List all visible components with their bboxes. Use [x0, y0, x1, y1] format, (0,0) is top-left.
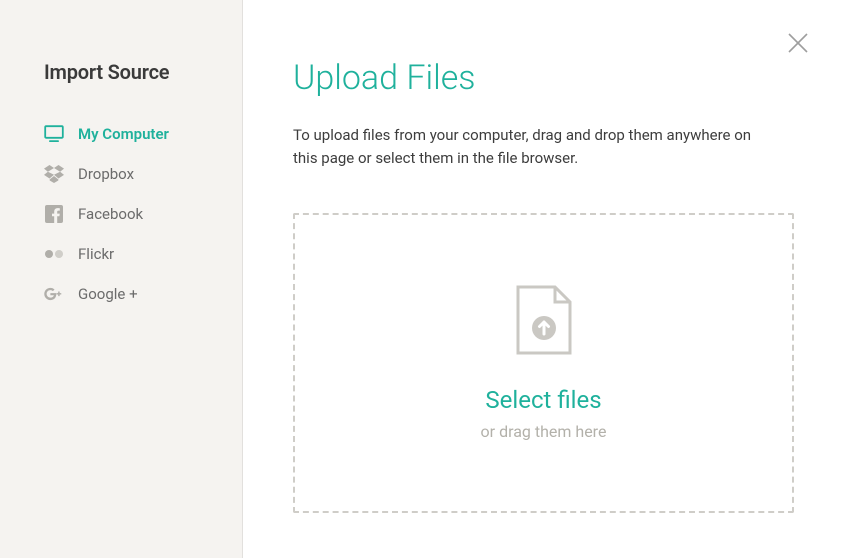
sidebar-title: Import Source [44, 60, 242, 84]
source-item-flickr[interactable]: Flickr [44, 234, 242, 274]
googleplus-icon [44, 284, 64, 304]
page-title: Upload Files [293, 58, 794, 98]
source-label: Google + [78, 285, 138, 303]
source-item-my-computer[interactable]: My Computer [44, 114, 242, 154]
drag-hint: or drag them here [481, 422, 607, 441]
source-item-dropbox[interactable]: Dropbox [44, 154, 242, 194]
source-label: Facebook [78, 205, 143, 223]
source-item-facebook[interactable]: Facebook [44, 194, 242, 234]
facebook-icon [44, 204, 64, 224]
upload-description: To upload files from your computer, drag… [293, 124, 773, 171]
close-button[interactable] [784, 30, 812, 58]
source-label: My Computer [78, 125, 169, 143]
source-label: Dropbox [78, 165, 134, 183]
source-list: My Computer Dropbox Facebook [44, 114, 242, 314]
computer-icon [44, 124, 64, 144]
dropbox-icon [44, 164, 64, 184]
file-upload-icon [515, 284, 573, 360]
source-item-google-plus[interactable]: Google + [44, 274, 242, 314]
select-files-label: Select files [485, 386, 601, 414]
import-source-sidebar: Import Source My Computer Dropbox [0, 0, 243, 558]
main-panel: Upload Files To upload files from your c… [243, 0, 854, 558]
file-dropzone[interactable]: Select files or drag them here [293, 213, 794, 513]
source-label: Flickr [78, 245, 114, 263]
close-icon [786, 31, 810, 55]
flickr-icon [44, 244, 64, 264]
